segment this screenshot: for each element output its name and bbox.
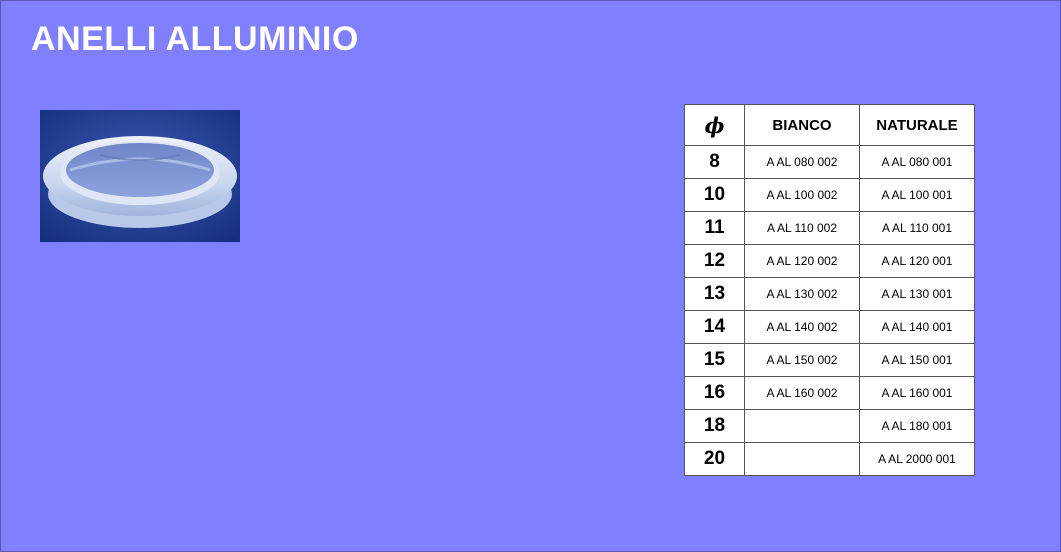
bianco-code-cell bbox=[744, 409, 860, 443]
diameter-cell: 11 bbox=[684, 211, 745, 245]
naturale-code-cell: A AL 080 001 bbox=[859, 145, 975, 179]
naturale-code-cell: A AL 180 001 bbox=[859, 409, 975, 443]
table-row: 16 A AL 160 002 A AL 160 001 bbox=[684, 376, 975, 410]
diameter-cell: 16 bbox=[684, 376, 745, 410]
naturale-header: NATURALE bbox=[859, 104, 975, 146]
product-photo bbox=[40, 110, 240, 242]
table-row: 15 A AL 150 002 A AL 150 001 bbox=[684, 343, 975, 377]
bianco-code-cell bbox=[744, 442, 860, 476]
bianco-header: BIANCO bbox=[744, 104, 860, 146]
bianco-code-cell: A AL 130 002 bbox=[744, 277, 860, 311]
naturale-code-cell: A AL 130 001 bbox=[859, 277, 975, 311]
bianco-code-cell: A AL 080 002 bbox=[744, 145, 860, 179]
bianco-code-cell: A AL 150 002 bbox=[744, 343, 860, 377]
table-row: 8 A AL 080 002 A AL 080 001 bbox=[684, 145, 975, 179]
table-row: 13 A AL 130 002 A AL 130 001 bbox=[684, 277, 975, 311]
naturale-code-cell: A AL 120 001 bbox=[859, 244, 975, 278]
bianco-code-cell: A AL 140 002 bbox=[744, 310, 860, 344]
diameter-cell: 10 bbox=[684, 178, 745, 212]
table-header-row: ϕ BIANCO NATURALE bbox=[684, 104, 975, 146]
table-row: 20 A AL 2000 001 bbox=[684, 442, 975, 476]
diameter-cell: 12 bbox=[684, 244, 745, 278]
diameter-cell: 15 bbox=[684, 343, 745, 377]
naturale-code-cell: A AL 160 001 bbox=[859, 376, 975, 410]
bianco-code-cell: A AL 120 002 bbox=[744, 244, 860, 278]
bianco-code-cell: A AL 100 002 bbox=[744, 178, 860, 212]
naturale-code-cell: A AL 110 001 bbox=[859, 211, 975, 245]
code-table: ϕ BIANCO NATURALE 8 A AL 080 002 A AL 08… bbox=[684, 104, 975, 476]
white-ring-icon bbox=[40, 110, 240, 242]
diameter-header: ϕ bbox=[684, 104, 745, 146]
diameter-cell: 14 bbox=[684, 310, 745, 344]
table-row: 11 A AL 110 002 A AL 110 001 bbox=[684, 211, 975, 245]
naturale-code-cell: A AL 100 001 bbox=[859, 178, 975, 212]
diameter-cell: 20 bbox=[684, 442, 745, 476]
table-row: 18 A AL 180 001 bbox=[684, 409, 975, 443]
table-row: 12 A AL 120 002 A AL 120 001 bbox=[684, 244, 975, 278]
naturale-code-cell: A AL 2000 001 bbox=[859, 442, 975, 476]
table-row: 14 A AL 140 002 A AL 140 001 bbox=[684, 310, 975, 344]
page-title: ANELLI ALLUMINIO bbox=[31, 20, 359, 58]
naturale-code-cell: A AL 140 001 bbox=[859, 310, 975, 344]
bianco-code-cell: A AL 110 002 bbox=[744, 211, 860, 245]
diameter-cell: 8 bbox=[684, 145, 745, 179]
diameter-cell: 13 bbox=[684, 277, 745, 311]
diameter-cell: 18 bbox=[684, 409, 745, 443]
bianco-code-cell: A AL 160 002 bbox=[744, 376, 860, 410]
table-row: 10 A AL 100 002 A AL 100 001 bbox=[684, 178, 975, 212]
naturale-code-cell: A AL 150 001 bbox=[859, 343, 975, 377]
